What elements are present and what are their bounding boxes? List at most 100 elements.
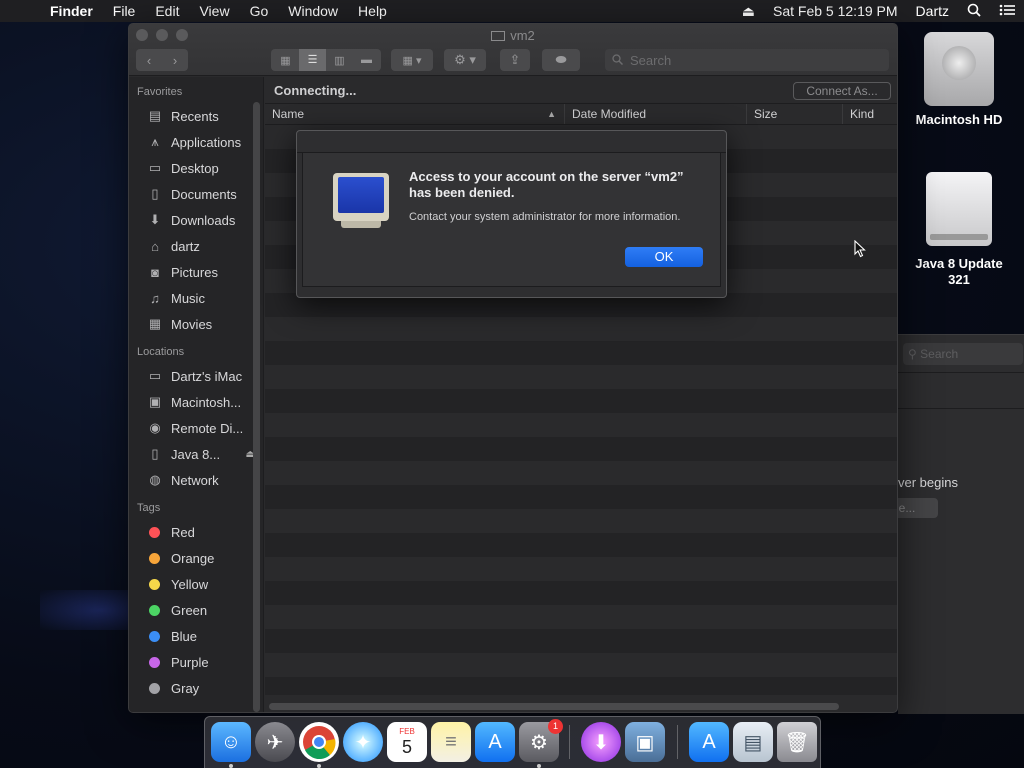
share-button[interactable]: ⇪ [500,49,530,71]
sidebar-item-label: Applications [171,134,242,150]
window-title-text: vm2 [510,28,535,43]
sidebar-tag-red[interactable]: Red [129,519,263,545]
sidebar-tag-purple[interactable]: Purple [129,649,263,675]
dock-system-preferences-icon[interactable]: ⚙ 1 [519,719,563,762]
access-denied-dialog: Access to your account on the server “vm… [296,130,727,298]
forward-icon[interactable]: › [162,53,188,68]
sidebar-item-recents[interactable]: ▤ Recents [129,103,263,129]
running-indicator [317,764,321,768]
dock-trash-icon[interactable]: 🗑 [777,722,817,762]
dock-installer-icon[interactable]: ⬇ [581,722,621,762]
desktop-icon-java-installer[interactable]: Java 8 Update 321 [904,172,1014,288]
background-window[interactable]: ⚲ Search ver begins ge... [888,334,1024,714]
dialog-title: Access to your account on the server “vm… [409,169,684,200]
column-date-modified[interactable]: Date Modified [565,104,747,124]
sidebar-tag-orange[interactable]: Orange [129,545,263,571]
column-kind[interactable]: Kind [843,104,897,124]
sidebar-tag-yellow[interactable]: Yellow [129,571,263,597]
back-forward-buttons: ‹ › [136,49,188,71]
menu-clock[interactable]: Sat Feb 5 12:19 PM [764,3,907,19]
mouse-cursor-icon [854,240,866,258]
sidebar-item-movies[interactable]: ▦ Movies [129,311,263,337]
sidebar-item-label: Red [171,524,195,540]
menu-edit[interactable]: Edit [145,3,189,19]
sidebar-item-music[interactable]: ♫ Music [129,285,263,311]
sidebar-item-label: Green [171,602,208,618]
tag-color-dot [149,552,160,564]
calendar-day: 5 [401,736,412,757]
group-by-button[interactable]: ▦ ▾ [391,49,433,71]
sidebar-item-label: Macintosh... [171,394,242,410]
sidebar-item-documents[interactable]: ▯ Documents [129,181,263,207]
desktop-icon: ▭ [148,160,162,175]
sidebar-item-pictures[interactable]: ◙ Pictures [129,259,263,285]
dock-finder-icon[interactable]: ☺ [211,722,251,762]
menu-file[interactable]: File [103,3,146,19]
column-size[interactable]: Size [747,104,843,124]
sidebar-tag-green[interactable]: Green [129,597,263,623]
view-mode-buttons: ▦ ☰ ▥ ▬ [271,49,381,71]
tag-color-dot [149,656,160,668]
column-name-label: Name [272,107,305,121]
connect-as-button[interactable]: Connect As... [793,82,891,100]
document-icon: ▯ [151,186,159,201]
desktop-icon-macintosh-hd[interactable]: Macintosh HD [904,32,1014,128]
sidebar-item-network[interactable]: ◍ Network [129,467,263,493]
sidebar-item-java[interactable]: ▯ Java 8... ⏏ [129,441,263,467]
background-search-field[interactable]: ⚲ Search [903,342,1023,365]
dock-chrome-icon[interactable] [299,722,339,762]
sidebar-item-remote-disc[interactable]: ◉ Remote Di... [129,415,263,441]
menu-user[interactable]: Dartz [907,3,958,19]
imac-icon: ▭ [148,368,162,383]
sidebar-item-home[interactable]: ⌂ dartz [129,233,263,259]
crt-monitor-icon [333,173,389,231]
menu-go[interactable]: Go [240,3,279,19]
dock-calendar-icon[interactable]: FEB 5 [387,722,427,762]
home-icon: ⌂ [151,238,159,254]
sidebar-tag-blue[interactable]: Blue [129,623,263,649]
arrange-icon: ▦ ▾ [402,54,422,67]
sidebar-item-label: Remote Di... [171,420,244,436]
dock-applications-folder-icon[interactable]: A [689,722,729,762]
column-name[interactable]: Name ▲ [265,104,565,124]
sidebar-item-downloads[interactable]: ⬇ Downloads [129,207,263,233]
menu-view[interactable]: View [189,3,239,19]
tags-button[interactable]: ⬬ [542,49,580,71]
menu-window[interactable]: Window [278,3,348,19]
finder-search-field[interactable]: Search [605,49,889,71]
dialog-header [297,131,726,153]
background-search-placeholder: Search [920,346,959,361]
action-button[interactable]: ⚙ ▾ [444,49,486,71]
ok-button[interactable]: OK [625,247,703,267]
dock-launchpad-icon[interactable]: ✈ [255,722,295,762]
spotlight-icon[interactable] [958,3,990,20]
dock-preview-icon[interactable]: ▣ [625,722,665,762]
finder-window[interactable]: vm2 ‹ › ▦ ☰ ▥ ▬ ▦ ▾ ⚙ ▾ ⇪ ⬬ Search Favor… [128,23,898,713]
sidebar-tag-gray[interactable]: Gray [129,675,263,701]
sidebar-item-imac[interactable]: ▭ Dartz's iMac [129,363,263,389]
notification-center-icon[interactable] [990,3,1024,19]
sidebar-scrollbar[interactable] [253,102,260,712]
menu-help[interactable]: Help [348,3,397,19]
sidebar-section-locations: Locations [137,346,185,358]
menu-app-name[interactable]: Finder [40,3,103,19]
hard-disk-icon: ▣ [148,394,162,409]
dock-separator [677,725,678,759]
sidebar-item-macintosh-hd[interactable]: ▣ Macintosh... [129,389,263,415]
dock-app-store-icon[interactable]: A [475,722,515,762]
dock-safari-icon[interactable]: ✦ [343,722,383,762]
sidebar-item-applications[interactable]: ⩚ Applications [129,129,263,155]
horizontal-scrollbar[interactable] [269,703,839,710]
eject-icon[interactable]: ⏏ [733,3,764,20]
sidebar-item-label: Orange [171,550,215,566]
list-view-icon[interactable]: ☰ [299,49,326,71]
sidebar-item-desktop[interactable]: ▭ Desktop [129,155,263,181]
back-icon[interactable]: ‹ [136,53,162,68]
icon-view-icon[interactable]: ▦ [272,54,299,67]
column-view-icon[interactable]: ▥ [326,54,353,67]
gallery-view-icon[interactable]: ▬ [353,54,380,66]
column-header: Name ▲ Date Modified Size Kind [265,103,897,125]
dock-notes-icon[interactable]: ≡ [431,722,471,762]
server-icon [491,31,506,41]
dock-documents-stack-icon[interactable]: ▤ [733,722,773,762]
